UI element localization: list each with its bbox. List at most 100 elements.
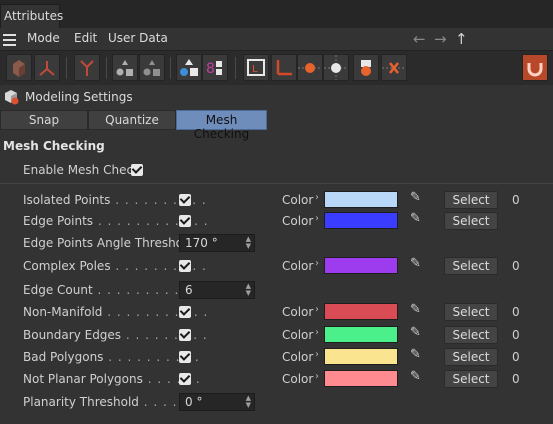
snap-vertex-button[interactable] (323, 54, 349, 81)
tab-quantize[interactable]: Quantize (88, 110, 176, 130)
snap-center-button[interactable] (353, 54, 379, 81)
chevron-right-icon[interactable]: › (315, 327, 319, 338)
polygons-mode-button[interactable] (176, 54, 202, 81)
isolated-points-count: 0 (512, 193, 520, 207)
boundary-edges-color-label: Color (282, 328, 314, 342)
toolbar: 8 L (0, 50, 553, 86)
chevron-right-icon[interactable]: › (315, 213, 319, 224)
edge-points-checkbox[interactable] (179, 215, 191, 227)
workplane-button[interactable]: L (243, 54, 269, 81)
magnet-icon (527, 63, 543, 77)
chevron-right-icon[interactable]: › (315, 349, 319, 360)
stepper-arrows-icon[interactable]: ▲ ▼ (246, 236, 251, 250)
enable-mesh-check-checkbox[interactable] (131, 164, 143, 176)
points-mode-button[interactable] (112, 54, 138, 81)
complex-poles-select-button[interactable]: Select (444, 257, 498, 275)
eyedropper-icon[interactable]: ✎ (410, 190, 421, 205)
leader-dots: . . . . . . . . . . . (102, 305, 209, 319)
snap-point-icon (298, 63, 322, 73)
menu-edit[interactable]: Edit (74, 31, 97, 45)
snap-axis-button[interactable] (271, 54, 297, 81)
edge-points-color-swatch[interactable] (324, 212, 398, 229)
hamburger-menu-icon[interactable] (3, 34, 16, 49)
snap-point-button[interactable] (297, 54, 323, 81)
edge-points-angle-threshold-label: Edge Points Angle Threshold (23, 236, 194, 250)
leader-dots: . . . . . . . . . . (110, 259, 207, 273)
scale-tool-button[interactable] (34, 54, 60, 81)
symmetry-icon (80, 60, 94, 76)
uv-mode-icon: 8 (206, 61, 222, 77)
leader-dots: . . . . . . . . . . (110, 193, 207, 207)
cube-tool-button[interactable] (6, 54, 32, 81)
forward-arrow-icon[interactable]: → (434, 30, 447, 48)
not-planar-polygons-count: 0 (512, 372, 520, 386)
snap-vertex-icon (324, 55, 348, 80)
chevron-right-icon[interactable]: › (315, 371, 319, 382)
isolated-points-color-swatch[interactable] (324, 191, 398, 208)
boundary-edges-select-button[interactable]: Select (444, 326, 498, 344)
uv-mode-button[interactable]: 8 (202, 54, 228, 81)
bad-polygons-select-button[interactable]: Select (444, 348, 498, 366)
up-arrow-icon[interactable]: ↑ (455, 30, 468, 48)
object-title: Modeling Settings (25, 90, 133, 104)
tab-snap[interactable]: Snap (0, 110, 88, 130)
eyedropper-icon[interactable]: ✎ (410, 369, 421, 384)
bad-polygons-count: 0 (512, 350, 520, 364)
cube-icon (13, 60, 25, 77)
bad-polygons-color-swatch[interactable] (324, 348, 398, 365)
bad-polygons-checkbox[interactable] (179, 351, 191, 363)
leader-dots: . . . . . . . . . (121, 328, 208, 342)
eyedropper-icon[interactable]: ✎ (410, 347, 421, 362)
symmetry-tool-button[interactable] (74, 54, 100, 81)
eyedropper-icon[interactable]: ✎ (410, 325, 421, 340)
modeling-settings-icon (5, 90, 19, 105)
chevron-right-icon[interactable]: › (315, 304, 319, 315)
eyedropper-icon[interactable]: ✎ (410, 302, 421, 317)
complex-poles-color-label: Color (282, 259, 314, 273)
not-planar-polygons-select-button[interactable]: Select (444, 370, 498, 388)
tab-mesh-checking[interactable]: Mesh Checking (176, 110, 267, 141)
boundary-edges-checkbox[interactable] (179, 329, 191, 341)
magnet-button[interactable] (522, 54, 548, 81)
not-planar-polygons-checkbox[interactable] (179, 373, 191, 385)
not-planar-polygons-color-label: Color (282, 372, 314, 386)
menu-mode[interactable]: Mode (27, 31, 60, 45)
eyedropper-icon[interactable]: ✎ (410, 211, 421, 226)
stepper-arrows-icon[interactable]: ▲ ▼ (246, 395, 251, 409)
chevron-right-icon[interactable]: › (315, 192, 319, 203)
object-header: Modeling Settings (0, 85, 553, 109)
bad-polygons-color-label: Color (282, 350, 314, 364)
edges-mode-button[interactable] (139, 54, 165, 81)
chevron-right-icon[interactable]: › (315, 258, 319, 269)
menu-user-data[interactable]: User Data (108, 31, 168, 45)
leader-dots: . . . . . . (142, 372, 201, 386)
isolated-points-checkbox[interactable] (179, 194, 191, 206)
non-manifold-color-swatch[interactable] (324, 303, 398, 320)
non-manifold-select-button[interactable]: Select (444, 303, 498, 321)
back-arrow-icon[interactable]: ← (413, 30, 426, 48)
complex-poles-color-swatch[interactable] (324, 257, 398, 274)
snap-off-button[interactable] (381, 54, 407, 81)
toolbar-separator (106, 57, 107, 79)
non-manifold-checkbox[interactable] (179, 306, 191, 318)
attributes-tab[interactable]: Attributes (0, 4, 63, 28)
edge-points-angle-threshold-field[interactable]: 170 ° ▲ ▼ (179, 234, 255, 252)
boundary-edges-color-swatch[interactable] (324, 326, 398, 343)
edge-count-field[interactable]: 6 ▲ ▼ (179, 281, 255, 299)
workplane-icon: L (247, 59, 265, 76)
stepper-arrows-icon[interactable]: ▲ ▼ (246, 283, 251, 297)
edges-mode-icon (143, 60, 160, 76)
isolated-points-select-button[interactable]: Select (444, 191, 498, 209)
eyedropper-icon[interactable]: ✎ (410, 256, 421, 271)
edge-points-select-button[interactable]: Select (444, 212, 498, 230)
snap-center-icon (361, 60, 371, 76)
axis-icon (39, 61, 55, 76)
bad-polygons-label: Bad Polygons . . . . . . . . . . (23, 350, 200, 364)
snap-off-icon (382, 62, 406, 74)
complex-poles-checkbox[interactable] (179, 260, 191, 272)
snap-axis-icon (276, 60, 292, 76)
section-title: Mesh Checking (3, 139, 105, 153)
planarity-threshold-field[interactable]: 0 ° ▲ ▼ (179, 393, 255, 411)
not-planar-polygons-color-swatch[interactable] (324, 370, 398, 387)
polygons-mode-icon (180, 59, 198, 76)
